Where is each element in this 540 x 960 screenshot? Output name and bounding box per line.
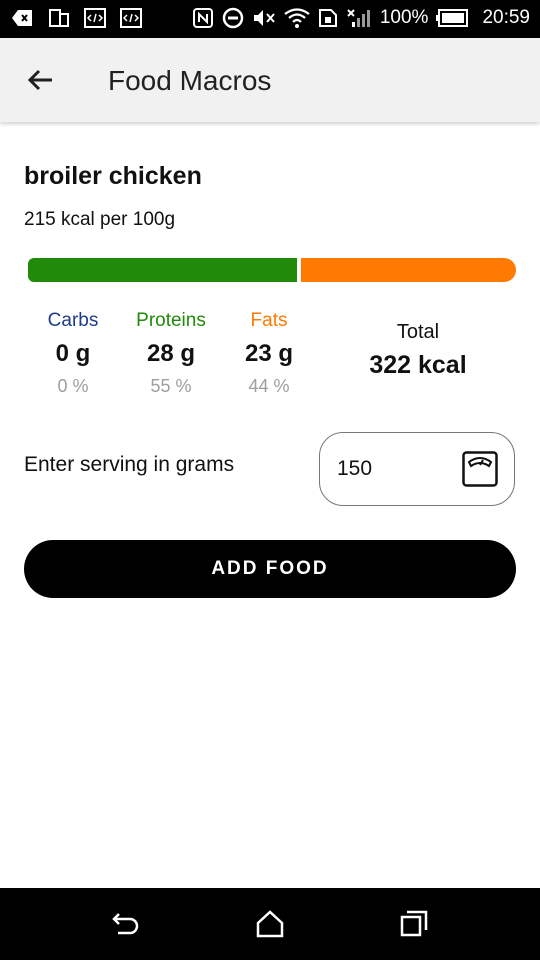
- serving-field[interactable]: [319, 432, 515, 506]
- carbs-percent: 0 %: [57, 376, 89, 396]
- backspace-icon: [12, 10, 32, 26]
- proteins-value: 28 g: [146, 340, 196, 367]
- do-not-disturb-icon: [222, 7, 244, 29]
- add-food-button[interactable]: ADD FOOD: [24, 540, 516, 598]
- macro-bar: [28, 258, 516, 282]
- total-kcal: Total 322 kcal: [340, 321, 496, 380]
- battery-icon: [436, 9, 469, 27]
- wifi-icon: [284, 8, 310, 28]
- food-name: broiler chicken: [24, 162, 202, 190]
- macro-carbs: Carbs 0 g 0 %: [23, 310, 123, 397]
- serving-label: Enter serving in grams: [24, 453, 235, 476]
- back-icon[interactable]: [110, 908, 142, 940]
- page-title: Food Macros: [108, 65, 272, 96]
- mute-icon: [253, 10, 275, 26]
- navigation-bar: [0, 888, 540, 960]
- code-icon: [84, 8, 106, 28]
- proteins-label: Proteins: [136, 310, 206, 331]
- macro-bar-fats: [301, 258, 516, 282]
- signal-icon: [347, 9, 370, 27]
- fats-percent: 44 %: [248, 376, 290, 396]
- serving-input[interactable]: [337, 457, 447, 481]
- macro-fats: Fats 23 g 44 %: [219, 310, 319, 397]
- fats-label: Fats: [250, 310, 288, 331]
- macro-bar-proteins: [28, 258, 297, 282]
- fats-value: 23 g: [244, 340, 294, 367]
- total-label: Total: [396, 321, 440, 343]
- kcal-per-100g: 215 kcal per 100g: [24, 209, 176, 230]
- arrow-back-icon[interactable]: [24, 64, 56, 96]
- recents-icon[interactable]: [398, 908, 430, 940]
- battery-percent: 100%: [379, 7, 429, 28]
- nfc-icon: [192, 8, 213, 28]
- total-value: 322 kcal: [369, 351, 467, 379]
- clock: 20:59: [482, 7, 530, 28]
- device-icon: [49, 9, 69, 27]
- code-icon: [120, 8, 142, 28]
- carbs-value: 0 g: [55, 340, 91, 367]
- system-status: 100% 20:59: [192, 7, 530, 29]
- macro-proteins: Proteins 28 g 55 %: [121, 310, 221, 397]
- notification-icons: [12, 8, 142, 28]
- app-bar: Food Macros: [0, 38, 540, 122]
- scale-icon[interactable]: [462, 451, 498, 487]
- sim-icon: [318, 9, 337, 27]
- carbs-label: Carbs: [47, 310, 99, 331]
- proteins-percent: 55 %: [150, 376, 192, 396]
- status-bar: 100% 20:59: [0, 0, 540, 38]
- home-icon[interactable]: [254, 908, 286, 940]
